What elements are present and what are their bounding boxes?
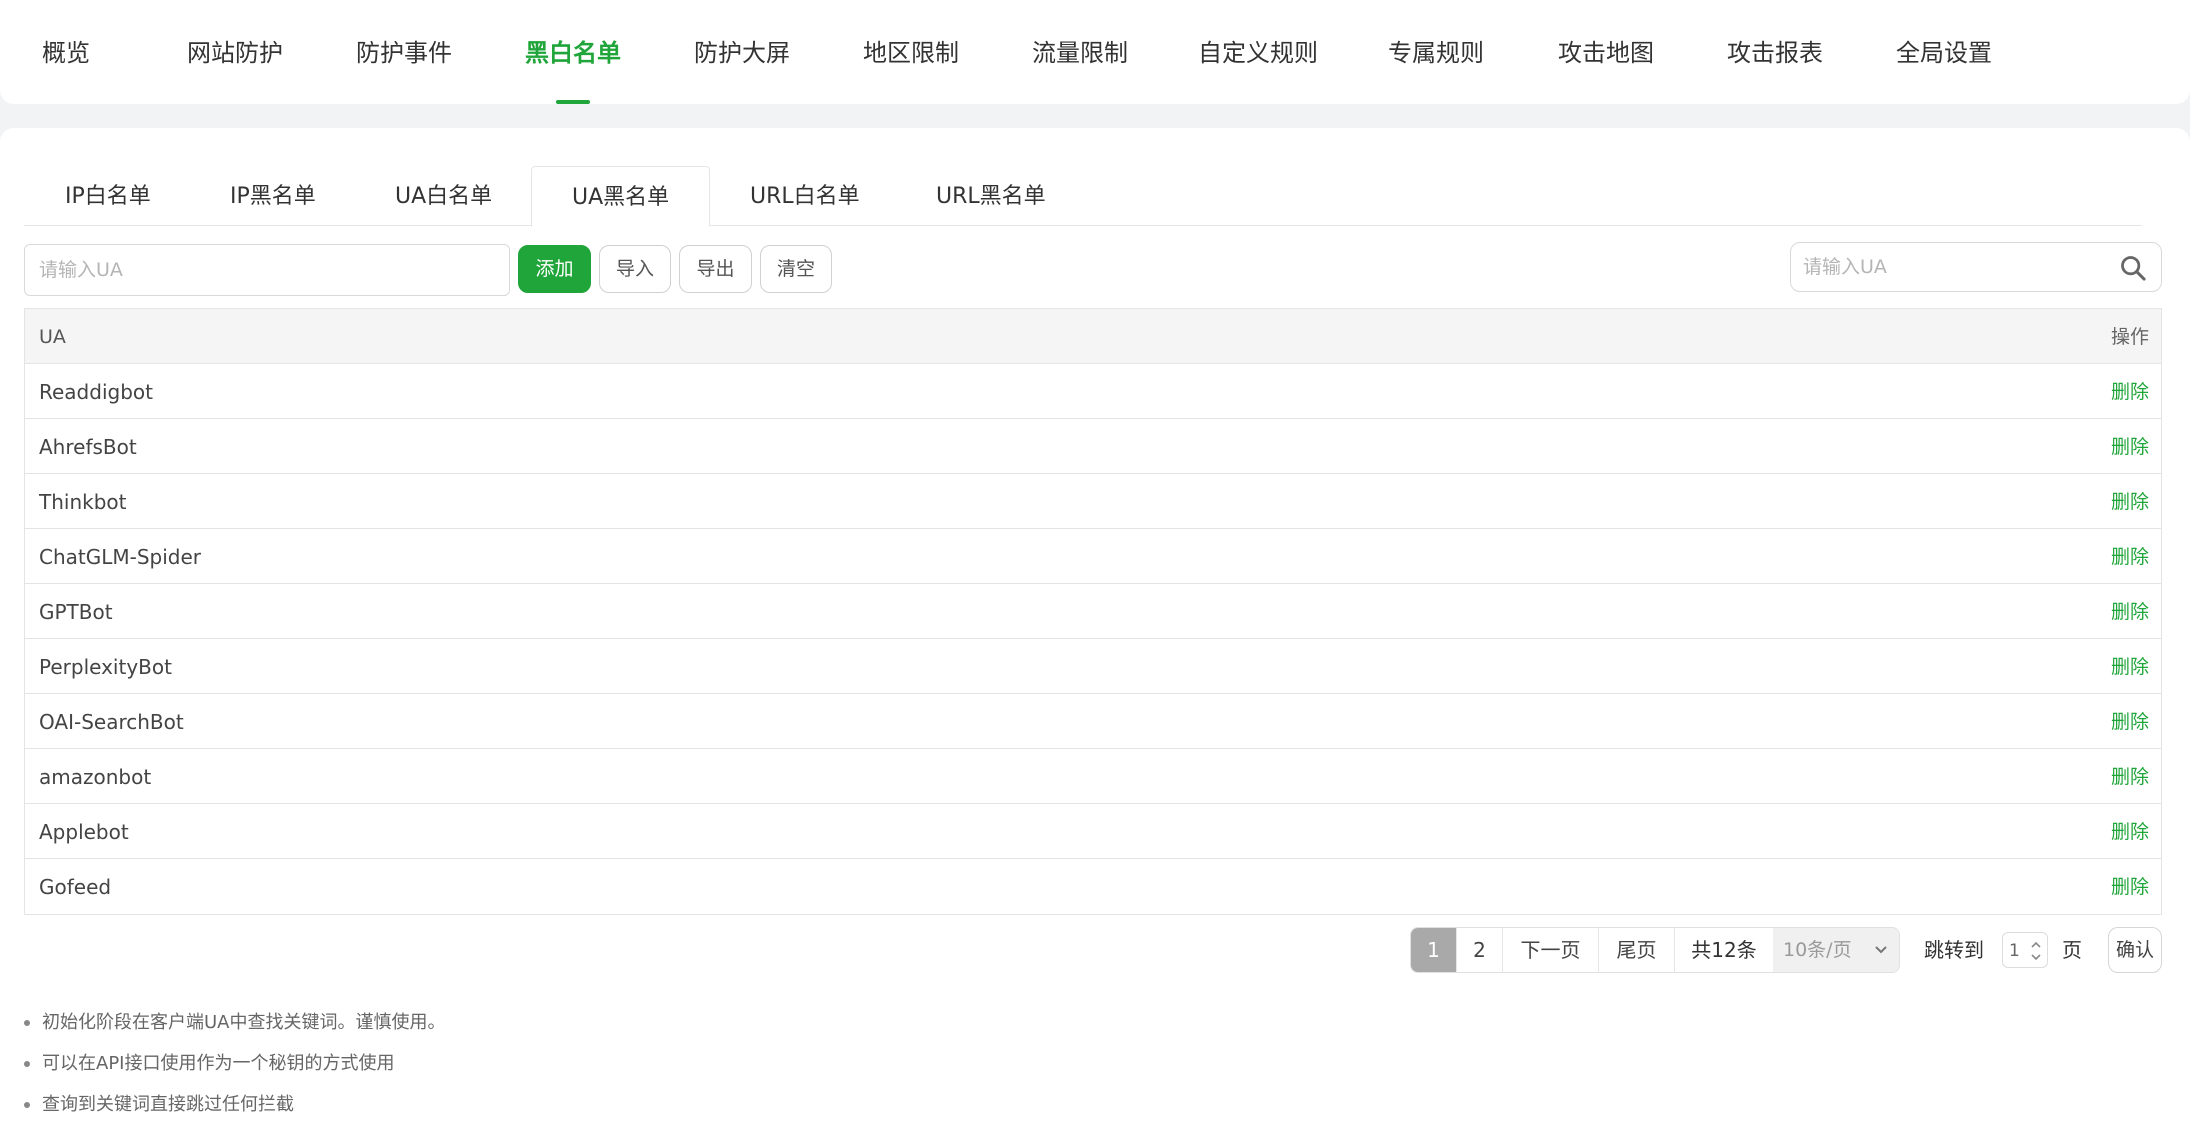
ua-cell: ChatGLM-Spider xyxy=(39,545,202,569)
jump-page-input[interactable]: 1 xyxy=(2002,932,2048,968)
nav-item-black-white-list[interactable]: 黑白名单 xyxy=(525,0,621,104)
page-size-value: 10条/页 xyxy=(1783,939,1852,961)
chevron-down-icon xyxy=(1875,946,1887,954)
jump-page-value: 1 xyxy=(2009,941,2020,961)
search-input[interactable] xyxy=(1803,251,2103,283)
help-notes: 初始化阶段在客户端UA中查找关键词。谨慎使用。 可以在API接口使用作为一个秘钥… xyxy=(24,1002,446,1124)
ua-cell: amazonbot xyxy=(39,765,152,789)
jump-confirm-button[interactable]: 确认 xyxy=(2108,927,2162,973)
note-text: 可以在API接口使用作为一个秘钥的方式使用 xyxy=(42,1053,395,1074)
table-row: Gofeed 删除 xyxy=(25,859,2161,914)
nav-item-attack-map[interactable]: 攻击地图 xyxy=(1558,0,1654,104)
delete-link[interactable]: 删除 xyxy=(2111,419,2149,475)
tab-ua-whitelist[interactable]: UA白名单 xyxy=(395,166,492,226)
import-button[interactable]: 导入 xyxy=(599,245,671,293)
pagination: 1 2 下一页 尾页 共12条 10条/页 xyxy=(1410,927,1900,973)
tab-ip-blacklist[interactable]: IP黑名单 xyxy=(230,166,316,226)
delete-link[interactable]: 删除 xyxy=(2111,529,2149,585)
tab-ua-blacklist[interactable]: UA黑名单 xyxy=(531,166,711,227)
delete-link[interactable]: 删除 xyxy=(2111,749,2149,805)
ua-blacklist-table: UA 操作 Readdigbot 删除 AhrefsBot 删除 Thinkbo… xyxy=(24,308,2162,915)
table-row: amazonbot 删除 xyxy=(25,749,2161,804)
tab-ip-whitelist[interactable]: IP白名单 xyxy=(65,166,151,226)
table-row: Applebot 删除 xyxy=(25,804,2161,859)
bullet-icon xyxy=(24,1020,30,1026)
table-row: ChatGLM-Spider 删除 xyxy=(25,529,2161,584)
page-suffix-label: 页 xyxy=(2062,938,2082,962)
export-button[interactable]: 导出 xyxy=(679,245,752,293)
search-icon[interactable] xyxy=(2119,254,2147,282)
next-page-button[interactable]: 下一页 xyxy=(1503,928,1599,972)
nav-item-custom-rules[interactable]: 自定义规则 xyxy=(1198,0,1318,104)
bullet-icon xyxy=(24,1061,30,1067)
nav-item-attack-report[interactable]: 攻击报表 xyxy=(1727,0,1823,104)
ua-cell: Applebot xyxy=(39,820,129,844)
delete-link[interactable]: 删除 xyxy=(2111,474,2149,530)
page-button-1[interactable]: 1 xyxy=(1411,928,1457,972)
nav-item-traffic-limit[interactable]: 流量限制 xyxy=(1032,0,1128,104)
tab-url-whitelist[interactable]: URL白名单 xyxy=(750,166,860,226)
table-row: GPTBot 删除 xyxy=(25,584,2161,639)
list-item: 查询到关键词直接跳过任何拦截 xyxy=(24,1084,446,1124)
delete-link[interactable]: 删除 xyxy=(2111,859,2149,915)
clear-button[interactable]: 清空 xyxy=(760,245,832,293)
nav-item-region-limit[interactable]: 地区限制 xyxy=(863,0,959,104)
page-size-select[interactable]: 10条/页 xyxy=(1773,928,1899,972)
ua-cell: PerplexityBot xyxy=(39,655,172,679)
delete-link[interactable]: 删除 xyxy=(2111,584,2149,640)
page-button-2[interactable]: 2 xyxy=(1457,928,1503,972)
list-type-tabs: IP白名单 IP黑名单 UA白名单 UA黑名单 URL白名单 URL黑名单 xyxy=(24,166,2142,227)
total-count: 共12条 xyxy=(1691,938,1757,962)
delete-link[interactable]: 删除 xyxy=(2111,694,2149,750)
nav-item-overview[interactable]: 概览 xyxy=(42,0,90,104)
list-item: 初始化阶段在客户端UA中查找关键词。谨慎使用。 xyxy=(24,1002,446,1043)
ua-cell: Gofeed xyxy=(39,875,112,899)
ua-cell: GPTBot xyxy=(39,600,113,624)
main-panel: IP白名单 IP黑名单 UA白名单 UA黑名单 URL白名单 URL黑名单 添加… xyxy=(0,128,2190,1124)
tab-url-blacklist[interactable]: URL黑名单 xyxy=(936,166,1046,226)
spinner-arrows-icon[interactable] xyxy=(2029,938,2043,964)
ua-cell: OAI-SearchBot xyxy=(39,710,184,734)
last-page-button[interactable]: 尾页 xyxy=(1599,928,1675,972)
nav-item-protection-events[interactable]: 防护事件 xyxy=(356,0,452,104)
table-row: Readdigbot 删除 xyxy=(25,364,2161,419)
ua-input[interactable] xyxy=(24,244,510,296)
delete-link[interactable]: 删除 xyxy=(2111,364,2149,420)
delete-link[interactable]: 删除 xyxy=(2111,639,2149,695)
active-tab-indicator xyxy=(556,100,590,104)
ua-cell: Readdigbot xyxy=(39,380,153,404)
column-header-action: 操作 xyxy=(2110,326,2149,348)
nav-item-protection-screen[interactable]: 防护大屏 xyxy=(694,0,790,104)
note-text: 初始化阶段在客户端UA中查找关键词。谨慎使用。 xyxy=(42,1012,446,1033)
nav-item-label: 黑白名单 xyxy=(525,39,621,67)
note-text: 查询到关键词直接跳过任何拦截 xyxy=(42,1094,294,1115)
table-row: Thinkbot 删除 xyxy=(25,474,2161,529)
nav-item-exclusive-rules[interactable]: 专属规则 xyxy=(1388,0,1484,104)
bullet-icon xyxy=(24,1102,30,1108)
table-row: AhrefsBot 删除 xyxy=(25,419,2161,474)
add-button[interactable]: 添加 xyxy=(518,245,591,293)
jump-to-label: 跳转到 xyxy=(1924,938,1984,962)
nav-item-site-protection[interactable]: 网站防护 xyxy=(187,0,283,104)
list-item: 可以在API接口使用作为一个秘钥的方式使用 xyxy=(24,1043,446,1084)
search-box xyxy=(1790,242,2162,292)
top-nav: 概览 网站防护 防护事件 黑白名单 防护大屏 地区限制 流量限制 自定义规则 专… xyxy=(0,0,2190,104)
table-row: OAI-SearchBot 删除 xyxy=(25,694,2161,749)
table-header: UA 操作 xyxy=(25,309,2161,364)
nav-item-global-settings[interactable]: 全局设置 xyxy=(1896,0,1992,104)
ua-cell: AhrefsBot xyxy=(39,435,137,459)
table-row: PerplexityBot 删除 xyxy=(25,639,2161,694)
delete-link[interactable]: 删除 xyxy=(2111,804,2149,860)
column-header-ua: UA xyxy=(39,326,66,348)
ua-cell: Thinkbot xyxy=(39,490,127,514)
